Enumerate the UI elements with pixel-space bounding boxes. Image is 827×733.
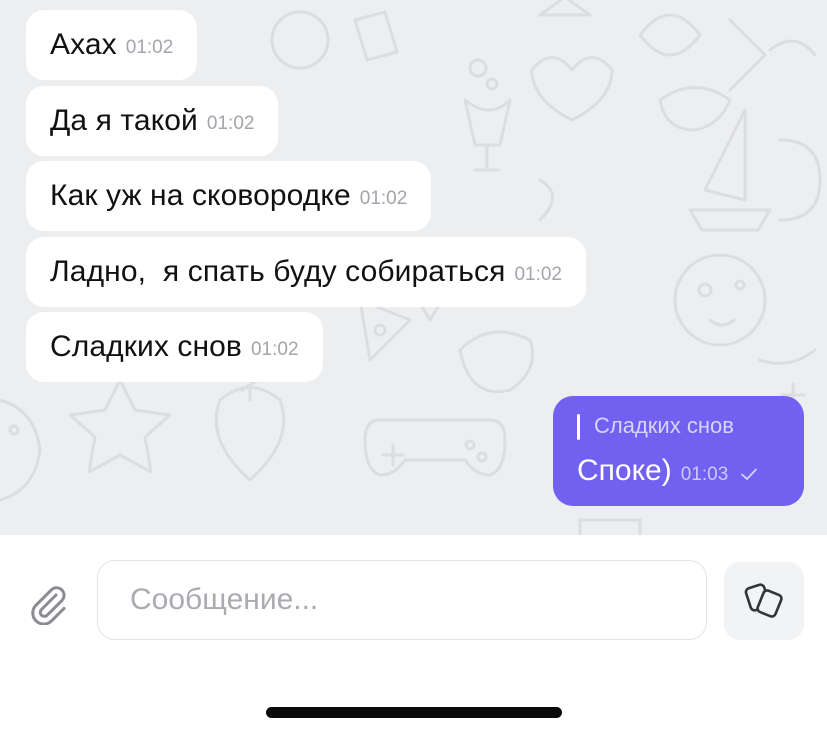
sticker-icon [744, 583, 783, 618]
message-time: 01:03 [680, 463, 729, 485]
message-text: Ахах [50, 28, 117, 61]
message-time: 01:02 [250, 339, 299, 360]
incoming-message[interactable]: Как уж на сковородке 01:02 [26, 161, 432, 231]
message-time: 01:02 [359, 188, 408, 209]
message-time: 01:02 [125, 37, 174, 58]
message-text: Споке) [577, 454, 672, 487]
home-indicator [266, 707, 562, 718]
message-text: Да я такой [50, 104, 198, 137]
reply-quote-bar [577, 414, 580, 440]
message-text: Как уж на сковородке [50, 179, 351, 212]
outgoing-message[interactable]: Сладких снов Споке) 01:03 [553, 396, 804, 506]
incoming-message[interactable]: Да я такой 01:02 [26, 86, 279, 156]
message-text: Ладно, я спать буду собираться [50, 255, 506, 288]
incoming-message[interactable]: Ладно, я спать буду собираться 01:02 [26, 237, 586, 307]
message-field[interactable] [97, 560, 707, 640]
incoming-message[interactable]: Ахах 01:02 [26, 10, 198, 80]
message-time: 01:02 [206, 113, 255, 134]
reply-quote-text[interactable]: Сладких снов [594, 413, 734, 439]
message-input[interactable] [130, 583, 674, 617]
incoming-message[interactable]: Сладких снов 01:02 [26, 312, 323, 382]
message-text: Сладких снов [50, 330, 242, 363]
chat-area[interactable]: Ахах 01:02 Да я такой 01:02 Как уж на ск… [0, 0, 827, 535]
sticker-button[interactable] [724, 562, 804, 640]
message-time: 01:02 [514, 264, 562, 285]
outgoing-message-row: Споке) 01:03 [577, 454, 758, 488]
single-check-icon [741, 468, 758, 480]
attach-button[interactable] [22, 577, 74, 629]
paperclip-icon [31, 586, 66, 625]
